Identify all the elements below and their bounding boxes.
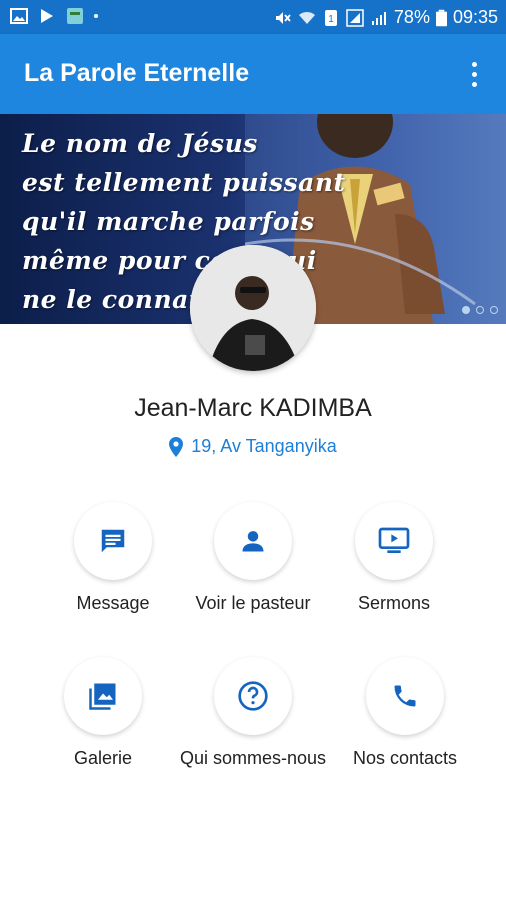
battery-icon xyxy=(435,9,447,26)
svg-text:1: 1 xyxy=(328,14,334,25)
nos-contacts-button[interactable] xyxy=(366,657,444,735)
clock: 09:35 xyxy=(452,7,498,27)
galerie-button[interactable] xyxy=(64,657,142,735)
question-icon xyxy=(238,681,268,711)
wifi-icon xyxy=(298,11,315,24)
play-store-notification-icon xyxy=(41,9,53,23)
qui-sommes-nous-button[interactable] xyxy=(214,657,292,735)
battery-percent: 78% xyxy=(393,7,430,27)
gallery-notification-icon xyxy=(10,8,28,24)
message-icon xyxy=(101,529,125,553)
signal-icon xyxy=(346,8,364,27)
status-bar: 1 78% 09:35 xyxy=(0,0,506,34)
app-bar: La Parole Eternelle xyxy=(0,34,506,114)
quote-line: est tellement puissant xyxy=(22,168,346,197)
qui-sommes-nous-action[interactable]: Qui sommes-nous xyxy=(168,657,338,769)
sermons-action[interactable]: Sermons xyxy=(309,502,479,614)
app-title: La Parole Eternelle xyxy=(24,59,250,87)
pager-dot[interactable] xyxy=(476,306,484,314)
mute-icon xyxy=(275,11,291,24)
nos-contacts-action[interactable]: Nos contacts xyxy=(320,657,490,769)
app-notification-icon xyxy=(67,8,83,24)
gallery-icon xyxy=(89,683,116,710)
more-notifications-dot xyxy=(94,14,98,18)
overflow-menu-icon[interactable] xyxy=(456,56,492,92)
profile-name: Jean-Marc KADIMBA xyxy=(134,394,372,422)
avatar-photo xyxy=(190,245,316,371)
qui-sommes-nous-label: Qui sommes-nous xyxy=(179,748,327,768)
location-pin-icon xyxy=(169,436,184,457)
banner-pager[interactable] xyxy=(462,306,498,314)
address-row[interactable]: 19, Av Tanganyika xyxy=(0,436,506,457)
galerie-action[interactable]: Galerie xyxy=(18,657,188,769)
avatar xyxy=(190,245,316,371)
quote-line: Le nom de Jésus xyxy=(22,129,258,158)
sim-icon: 1 xyxy=(324,9,337,26)
address-text: 19, Av Tanganyika xyxy=(191,436,337,456)
sermons-button[interactable] xyxy=(355,502,433,580)
galerie-label: Galerie xyxy=(73,748,133,768)
nos-contacts-label: Nos contacts xyxy=(352,748,458,768)
message-button[interactable] xyxy=(74,502,152,580)
sermons-label: Sermons xyxy=(357,593,431,613)
phone-icon xyxy=(394,685,416,707)
person-icon xyxy=(242,531,264,552)
voir-pasteur-button[interactable] xyxy=(214,502,292,580)
video-icon xyxy=(378,527,410,553)
pager-dot[interactable] xyxy=(462,306,470,314)
pager-dot[interactable] xyxy=(490,306,498,314)
signal-bars-icon xyxy=(371,11,386,25)
quote-line: qu'il marche parfois xyxy=(22,207,315,236)
